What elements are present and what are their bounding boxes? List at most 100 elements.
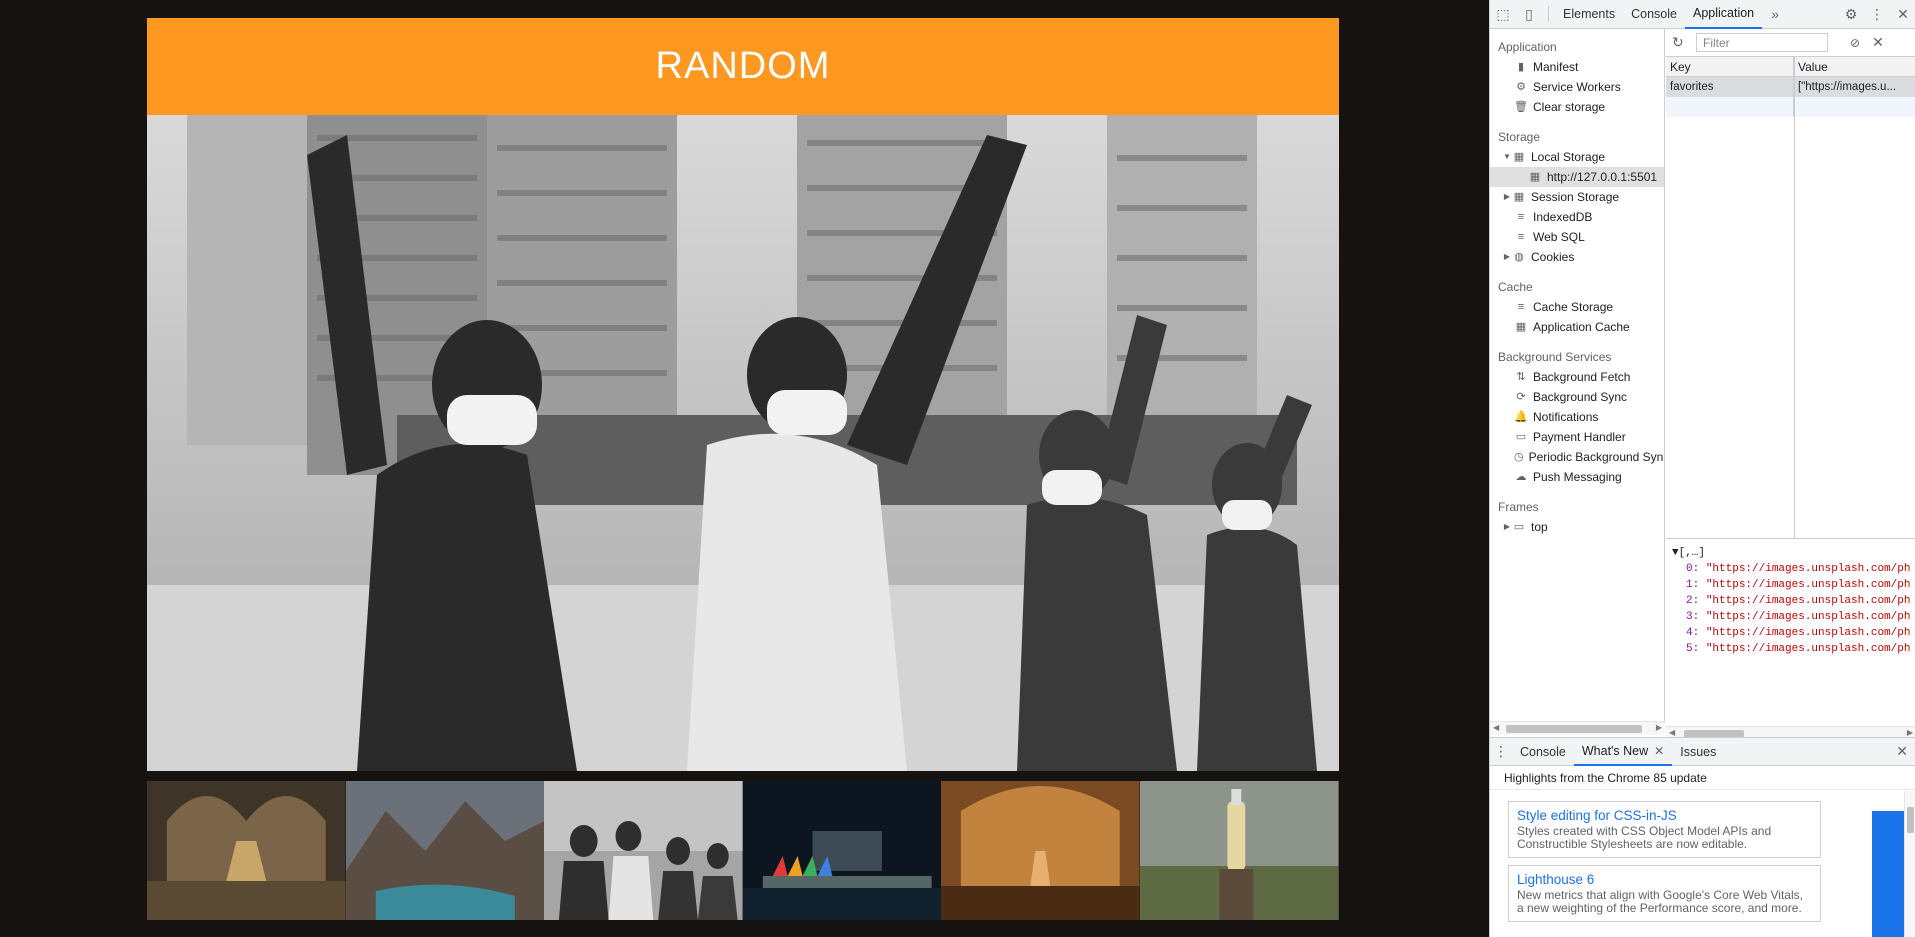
filter-input[interactable] bbox=[1696, 33, 1828, 52]
drawer-tab-issues[interactable]: Issues bbox=[1672, 738, 1724, 766]
frame-icon: ▭ bbox=[1513, 521, 1525, 533]
delete-selected-icon[interactable]: ✕ bbox=[1872, 34, 1884, 51]
whats-new-heading: Highlights from the Chrome 85 update bbox=[1490, 766, 1915, 790]
section-cache: Cache bbox=[1498, 280, 1533, 294]
cookie-icon: ◍ bbox=[1514, 251, 1524, 263]
bottle-field-thumbnail bbox=[1139, 781, 1339, 920]
sidebar-item-application-cache[interactable]: ▦ Application Cache bbox=[1490, 317, 1664, 337]
news-vertical-scrollbar[interactable] bbox=[1904, 791, 1915, 937]
sidebar-item-local-storage[interactable]: ▼ ▦ Local Storage bbox=[1490, 147, 1664, 167]
section-storage: Storage bbox=[1498, 130, 1541, 144]
expanded-triangle-icon[interactable]: ▼ bbox=[1502, 147, 1512, 167]
sidebar-item-background-sync[interactable]: ⟳ Background Sync bbox=[1490, 387, 1664, 407]
thumbnail-4[interactable] bbox=[742, 781, 942, 920]
table-row[interactable]: favorites ["https://images.u... bbox=[1666, 77, 1915, 97]
drawer-tab-whats-new-label: What's New bbox=[1581, 743, 1649, 758]
scrollbar-thumb[interactable] bbox=[1907, 807, 1914, 833]
clear-all-icon[interactable]: ⊘ bbox=[1850, 36, 1860, 50]
column-header-value[interactable]: Value bbox=[1794, 57, 1915, 76]
sidebar-horizontal-scrollbar[interactable]: ◀ ▶ bbox=[1490, 721, 1665, 735]
sidebar-item-indexeddb[interactable]: ≡ IndexedDB bbox=[1490, 207, 1664, 227]
device-toolbar-icon[interactable]: ▯ bbox=[1516, 0, 1542, 29]
refresh-icon[interactable]: ↻ bbox=[1672, 34, 1692, 51]
section-application: Application bbox=[1498, 40, 1557, 54]
inspect-element-icon[interactable]: ⬚ bbox=[1490, 0, 1516, 29]
sidebar-item-payment-handler[interactable]: ▭ Payment Handler bbox=[1490, 427, 1664, 447]
sync-icon: ⟳ bbox=[1516, 391, 1526, 403]
tab-application[interactable]: Application bbox=[1684, 0, 1763, 29]
news-card[interactable]: Lighthouse 6 New metrics that align with… bbox=[1508, 865, 1821, 922]
scroll-left-arrow-icon[interactable]: ◀ bbox=[1493, 723, 1499, 732]
tab-console[interactable]: Console bbox=[1623, 0, 1685, 29]
devtools-drawer: ⋮ Console What's New ✕ Issues ✕ Highlight… bbox=[1490, 737, 1915, 937]
grid-icon: ▦ bbox=[1513, 151, 1525, 163]
kebab-menu-icon[interactable]: ⋮ bbox=[1864, 0, 1890, 29]
sidebar-item-manifest[interactable]: ▮ Manifest bbox=[1490, 57, 1664, 77]
sidebar-item-clear-storage[interactable]: 🗑 Clear storage bbox=[1490, 97, 1664, 117]
sidebar-item-cookies[interactable]: ▶ ◍ Cookies bbox=[1490, 247, 1664, 267]
preview-array-header[interactable]: ▼[,…] bbox=[1672, 545, 1910, 561]
sidebar-item-background-fetch[interactable]: ⇅ Background Fetch bbox=[1490, 367, 1664, 387]
table-header: Key Value bbox=[1666, 57, 1915, 77]
thumbnail-6[interactable] bbox=[1139, 781, 1339, 920]
drawer-tab-console[interactable]: Console bbox=[1512, 738, 1574, 766]
drawer-menu-icon[interactable]: ⋮ bbox=[1490, 743, 1512, 760]
gear-icon[interactable]: ⚙ bbox=[1838, 0, 1864, 29]
row-key[interactable]: favorites bbox=[1666, 77, 1794, 97]
protest-thumbnail bbox=[544, 781, 743, 920]
value-preview: ▼[,…] 0: "https://images.unsplash.com/ph… bbox=[1666, 541, 1915, 725]
thumbnail-2[interactable] bbox=[345, 781, 545, 920]
drawer-tabbar: ⋮ Console What's New ✕ Issues ✕ bbox=[1490, 738, 1915, 766]
sidebar-item-push-messaging[interactable]: ☁ Push Messaging bbox=[1490, 467, 1664, 487]
trash-icon: 🗑 bbox=[1514, 101, 1528, 113]
news-card-description: Styles created with CSS Object Model API… bbox=[1517, 824, 1772, 851]
news-card-description: New metrics that align with Google's Cor… bbox=[1517, 888, 1803, 915]
collapsed-triangle-icon[interactable]: ▶ bbox=[1502, 247, 1512, 267]
whats-new-content: Style editing for CSS-in-JS Styles creat… bbox=[1490, 791, 1915, 937]
empty-value-cell bbox=[1794, 97, 1915, 117]
gear-icon: ⚙ bbox=[1516, 81, 1526, 93]
hero-image[interactable] bbox=[147, 115, 1339, 771]
column-header-key[interactable]: Key bbox=[1666, 57, 1794, 76]
sidebar-item-notifications[interactable]: 🔔 Notifications bbox=[1490, 407, 1664, 427]
thumbnail-1[interactable] bbox=[147, 781, 346, 920]
sidebar-item-websql[interactable]: ≡ Web SQL bbox=[1490, 227, 1664, 247]
preview-item: 4: "https://images.unsplash.com/ph bbox=[1686, 627, 1910, 639]
close-icon[interactable]: ✕ bbox=[1890, 0, 1915, 29]
grid-icon: ▦ bbox=[1515, 321, 1527, 333]
devtools-panel: ⬚ ▯ Elements Console Application » ⚙ ⋮ ✕… bbox=[1489, 0, 1915, 937]
sidebar-item-cache-storage[interactable]: ≡ Cache Storage bbox=[1490, 297, 1664, 317]
protest-photo bbox=[147, 115, 1339, 771]
section-background-services: Background Services bbox=[1498, 350, 1612, 364]
database-icon: ≡ bbox=[1517, 301, 1525, 313]
sidebar-item-frame-top[interactable]: ▶ ▭ top bbox=[1490, 517, 1664, 537]
more-tabs-icon[interactable]: » bbox=[1762, 0, 1788, 29]
sidebar-item-local-origin[interactable]: ▦ http://127.0.0.1:5501 bbox=[1490, 167, 1664, 187]
thumbnail-3[interactable] bbox=[544, 781, 743, 920]
collapsed-triangle-icon[interactable]: ▶ bbox=[1502, 517, 1512, 537]
tab-elements[interactable]: Elements bbox=[1555, 0, 1623, 29]
scrollbar-thumb[interactable] bbox=[1506, 725, 1642, 733]
header-banner: RANDOM bbox=[147, 18, 1339, 115]
devtools-toolbar: ⬚ ▯ Elements Console Application » ⚙ ⋮ ✕ bbox=[1490, 0, 1915, 29]
collapsed-triangle-icon[interactable]: ▶ bbox=[1502, 187, 1512, 207]
grid-icon: ▦ bbox=[1529, 171, 1541, 183]
close-tab-icon[interactable]: ✕ bbox=[1654, 744, 1664, 758]
row-value[interactable]: ["https://images.u... bbox=[1794, 77, 1915, 97]
sidebar-item-service-workers[interactable]: ⚙ Service Workers bbox=[1490, 77, 1664, 97]
sidebar-item-session-storage[interactable]: ▶ ▦ Session Storage bbox=[1490, 187, 1664, 207]
news-card-title[interactable]: Lighthouse 6 bbox=[1517, 872, 1812, 887]
scroll-right-arrow-icon[interactable]: ▶ bbox=[1656, 723, 1662, 732]
empty-table-row[interactable] bbox=[1666, 97, 1915, 117]
drawer-tab-whats-new[interactable]: What's New ✕ bbox=[1573, 738, 1673, 766]
application-sidebar: Application ▮ Manifest ⚙ Service Workers 🗑… bbox=[1490, 29, 1665, 729]
bell-icon: 🔔 bbox=[1514, 411, 1528, 423]
news-card[interactable]: Style editing for CSS-in-JS Styles creat… bbox=[1508, 801, 1821, 858]
scroll-left-arrow-icon[interactable]: ◀ bbox=[1669, 728, 1675, 737]
sidebar-item-periodic-background-sync[interactable]: ◷ Periodic Background Sync bbox=[1490, 447, 1664, 467]
file-icon: ▮ bbox=[1517, 61, 1525, 73]
news-card-title[interactable]: Style editing for CSS-in-JS bbox=[1517, 808, 1812, 823]
scroll-right-arrow-icon[interactable]: ▶ bbox=[1907, 728, 1913, 737]
thumbnail-5[interactable] bbox=[941, 781, 1140, 920]
close-drawer-icon[interactable]: ✕ bbox=[1896, 743, 1908, 760]
